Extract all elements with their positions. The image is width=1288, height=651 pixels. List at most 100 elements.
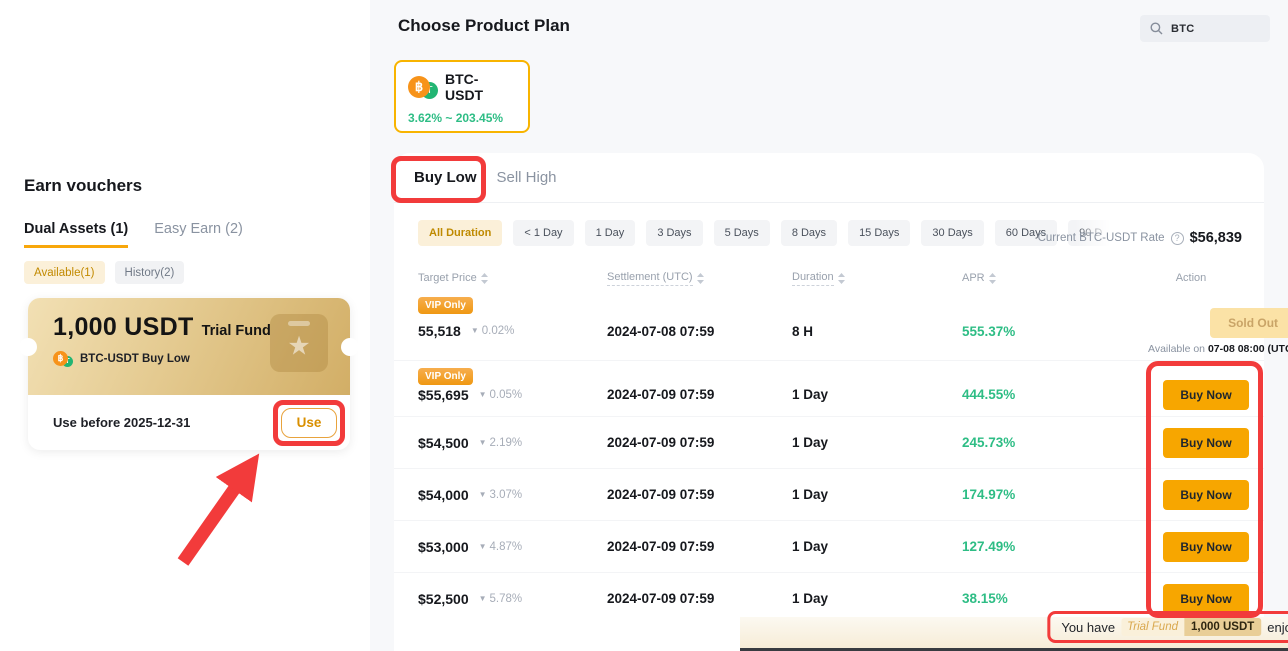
ticket-star-icon: ★ [270, 314, 328, 372]
filter-history[interactable]: History(2) [115, 261, 185, 284]
duration-pill-all-duration[interactable]: All Duration [418, 220, 502, 246]
apr-cell: 555.37% [962, 324, 1148, 339]
sort-icon [838, 273, 845, 284]
target-price-cell: $54,500 ▼2.19% [418, 435, 607, 451]
search-icon [1150, 22, 1163, 35]
col-settlement[interactable]: Settlement (UTC) [607, 271, 792, 286]
tab-dual-assets[interactable]: Dual Assets (1) [24, 221, 128, 248]
settlement-cell: 2024-07-09 07:59 [607, 435, 792, 450]
current-rate: Current BTC-USDT Rate ? $56,839 [1038, 230, 1242, 246]
table-row: $54,000 ▼3.07% 2024-07-09 07:59 1 Day 17… [394, 468, 1264, 520]
duration-pill-30-days[interactable]: 30 Days [921, 220, 983, 246]
voucher-tabs: Dual Assets (1) Easy Earn (2) [24, 221, 243, 248]
table-row: VIP Only 55,518 ▼0.02% 2024-07-08 07:59 … [394, 290, 1264, 360]
action-cell: Buy Now [1163, 480, 1249, 510]
duration-pill-1-day[interactable]: 1 Day [585, 220, 636, 246]
btc-usdt-coin-icon: ฿T [53, 351, 74, 367]
apr-range: 3.62% ~ 203.45% [408, 111, 516, 125]
sort-icon [697, 273, 704, 284]
duration-cell: 1 Day [792, 387, 962, 402]
sort-icon [481, 273, 488, 284]
buy-now-button[interactable]: Buy Now [1163, 532, 1249, 562]
choose-product-plan-panel: Choose Product Plan BTC ฿ T BTC-USDT 3.6… [370, 0, 1288, 651]
apr-cell: 174.97% [962, 487, 1148, 502]
voucher-filters: Available(1) History(2) [24, 261, 184, 284]
tab-buy-low[interactable]: Buy Low [414, 169, 477, 186]
badge-trial-label: Trial Fund [1121, 618, 1184, 636]
earn-vouchers-panel: Earn vouchers Dual Assets (1) Easy Earn … [0, 0, 370, 651]
duration-pill-15-days[interactable]: 15 Days [848, 220, 910, 246]
caret-down-icon: ▼ [479, 543, 487, 551]
tab-sell-high[interactable]: Sell High [497, 169, 557, 186]
col-apr[interactable]: APR [962, 272, 1148, 284]
caret-down-icon: ▼ [479, 595, 487, 603]
target-price-cell: $52,500 ▼5.78% [418, 591, 607, 607]
duration-cell: 8 H [792, 324, 962, 339]
apr-cell: 38.15% [962, 591, 1148, 606]
duration-pill-5-days[interactable]: 5 Days [714, 220, 770, 246]
action-cell: Buy Now [1163, 428, 1249, 458]
settlement-cell: 2024-07-09 07:59 [607, 591, 792, 606]
page-title: Choose Product Plan [398, 16, 570, 36]
duration-cell: 1 Day [792, 539, 962, 554]
badge-amount: 1,000 USDT [1184, 618, 1261, 636]
buy-now-button[interactable]: Buy Now [1163, 480, 1249, 510]
voucher-product: BTC-USDT Buy Low [80, 353, 190, 365]
duration-cell: 1 Day [792, 487, 962, 502]
voucher-notch-right [341, 338, 359, 356]
action-cell: Buy Now [1163, 532, 1249, 562]
table-row: $53,000 ▼4.87% 2024-07-09 07:59 1 Day 12… [394, 520, 1264, 572]
col-action: Action [1148, 272, 1234, 284]
duration-pill-8-days[interactable]: 8 Days [781, 220, 837, 246]
trial-fund-voucher-card: 1,000 USDT Trial Fund ฿T BTC-USDT Buy Lo… [28, 298, 350, 450]
buy-now-button[interactable]: Buy Now [1163, 380, 1249, 410]
trial-fund-banner: You have Trial Fund 1,000 USDT enjoy 0 c… [740, 617, 1288, 648]
use-voucher-button[interactable]: Use [281, 408, 337, 438]
settlement-cell: 2024-07-09 07:59 [607, 387, 792, 402]
available-on-note: Available on 07-08 08:00 (UTC) [1148, 343, 1288, 355]
plan-tabs: Buy Low Sell High [394, 153, 1264, 203]
target-price: $55,695 [418, 387, 469, 403]
sold-out-button[interactable]: Sold Out [1210, 308, 1288, 338]
col-target-price[interactable]: Target Price [418, 272, 607, 284]
col-duration[interactable]: Duration [792, 271, 962, 286]
search-value: BTC [1171, 23, 1195, 35]
tab-easy-earn[interactable]: Easy Earn (2) [154, 221, 243, 248]
target-price: 55,518 [418, 323, 461, 339]
target-price-cell: $53,000 ▼4.87% [418, 539, 607, 555]
annotation-arrow [150, 435, 280, 575]
settlement-cell: 2024-07-09 07:59 [607, 539, 792, 554]
apr-cell: 127.49% [962, 539, 1148, 554]
banner-suffix: enjoy 0 cost [1267, 620, 1288, 635]
price-change: ▼5.78% [479, 593, 523, 605]
settlement-cell: 2024-07-09 07:59 [607, 487, 792, 502]
apr-cell: 444.55% [962, 387, 1148, 402]
target-price: $53,000 [418, 539, 469, 555]
voucher-kind: Trial Fund [202, 323, 271, 339]
info-icon[interactable]: ? [1171, 232, 1184, 245]
duration-pill-3-days[interactable]: 3 Days [646, 220, 702, 246]
price-change: ▼3.07% [479, 489, 523, 501]
settlement-cell: 2024-07-08 07:59 [607, 324, 792, 339]
annotation-box-banner: You have Trial Fund 1,000 USDT enjoy 0 c… [1047, 611, 1288, 643]
filter-available[interactable]: Available(1) [24, 261, 105, 284]
buy-now-button[interactable]: Buy Now [1163, 428, 1249, 458]
plan-table-body: VIP Only 55,518 ▼0.02% 2024-07-08 07:59 … [394, 290, 1264, 624]
price-change: ▼0.05% [479, 389, 523, 401]
caret-down-icon: ▼ [479, 391, 487, 399]
earn-vouchers-title: Earn vouchers [24, 176, 142, 196]
target-price: $54,500 [418, 435, 469, 451]
price-change: ▼0.02% [471, 325, 515, 337]
table-row: $54,500 ▼2.19% 2024-07-09 07:59 1 Day 24… [394, 416, 1264, 468]
voucher-amount: 1,000 USDT [53, 313, 194, 342]
pair-name: BTC-USDT [445, 71, 516, 103]
btc-coin-icon: ฿ [408, 76, 430, 98]
vip-only-badge: VIP Only [418, 368, 473, 385]
duration-pill-1-day[interactable]: < 1 Day [513, 220, 573, 246]
product-card-btc-usdt[interactable]: ฿ T BTC-USDT 3.62% ~ 203.45% [394, 60, 530, 133]
rate-label: Current BTC-USDT Rate [1038, 232, 1165, 244]
caret-down-icon: ▼ [479, 439, 487, 447]
banner-prefix: You have [1061, 620, 1115, 635]
buy-now-button[interactable]: Buy Now [1163, 584, 1249, 614]
search-input[interactable]: BTC [1140, 15, 1270, 42]
